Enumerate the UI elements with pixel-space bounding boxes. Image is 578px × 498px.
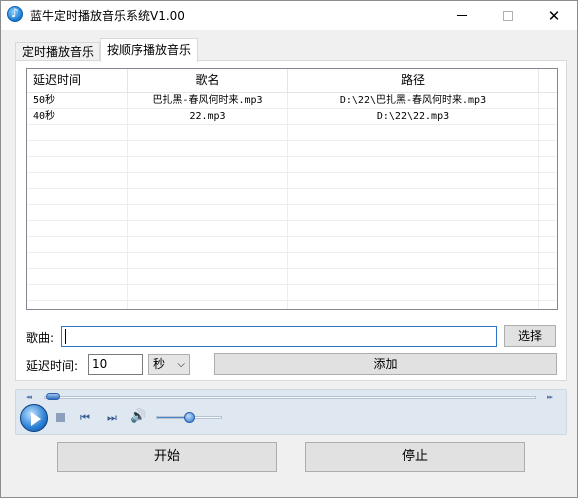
media-player: ◂◂ ▸▸ ⏮ ⏭ 🔊	[15, 389, 567, 435]
maximize-icon	[503, 10, 513, 21]
empty-row	[27, 237, 557, 253]
empty-row	[27, 189, 557, 205]
start-button[interactable]: 开始	[57, 442, 277, 472]
add-button[interactable]: 添加	[214, 353, 557, 375]
empty-row	[27, 253, 557, 269]
app-window: 蓝牛定时播放音乐系统V1.00 ✕ 定时播放音乐 按顺序播放音乐 延迟时间 歌名…	[0, 0, 578, 498]
cell-delay: 40秒	[27, 109, 128, 124]
volume-thumb[interactable]	[184, 412, 195, 423]
cell-delay: 50秒	[27, 93, 128, 108]
cell-song: 22.mp3	[128, 109, 288, 124]
song-label: 歌曲:	[26, 331, 55, 345]
seek-back-icon[interactable]: ◂◂	[26, 393, 32, 401]
text-caret	[65, 329, 66, 344]
delay-unit-select[interactable]: 秒 ⌵	[148, 354, 190, 375]
minimize-icon	[457, 15, 467, 16]
volume-icon[interactable]: 🔊	[130, 410, 146, 423]
next-track-icon[interactable]: ⏭	[107, 412, 117, 424]
delay-input[interactable]: 10	[88, 354, 143, 375]
stop-button[interactable]: 停止	[305, 442, 525, 472]
seek-bar[interactable]	[44, 396, 536, 399]
empty-row	[27, 285, 557, 301]
stop-icon[interactable]	[56, 413, 65, 422]
delay-label: 延迟时间:	[26, 359, 79, 373]
empty-row	[27, 157, 557, 173]
seek-thumb[interactable]	[46, 393, 60, 400]
playlist-table[interactable]: 延迟时间 歌名 路径 50秒 巴扎黑-春风何时来.mp3 D:\22\巴扎黑-春…	[26, 68, 558, 310]
empty-row	[27, 173, 557, 189]
title-bar: 蓝牛定时播放音乐系统V1.00 ✕	[1, 1, 577, 30]
minimize-button[interactable]	[439, 1, 485, 30]
table-header: 延迟时间 歌名 路径	[27, 69, 557, 93]
close-button[interactable]: ✕	[531, 1, 577, 30]
maximize-button[interactable]	[485, 1, 531, 30]
delay-unit-value: 秒	[153, 357, 166, 371]
table-row[interactable]: 50秒 巴扎黑-春风何时来.mp3 D:\22\巴扎黑-春风何时来.mp3	[27, 93, 557, 109]
table-row[interactable]: 40秒 22.mp3 D:\22\22.mp3	[27, 109, 557, 125]
cell-filler	[539, 109, 557, 124]
tab-timed-play[interactable]: 定时播放音乐	[15, 42, 100, 62]
seek-forward-icon[interactable]: ▸▸	[547, 393, 553, 401]
cell-filler	[539, 93, 557, 108]
chevron-down-icon: ⌵	[177, 359, 185, 370]
window-title: 蓝牛定时播放音乐系统V1.00	[30, 9, 185, 23]
close-icon: ✕	[547, 6, 561, 25]
column-header-filler	[539, 69, 557, 93]
browse-button[interactable]: 选择	[504, 325, 556, 347]
empty-row	[27, 141, 557, 157]
tab-sequential-play[interactable]: 按顺序播放音乐	[100, 38, 198, 62]
empty-row	[27, 125, 557, 141]
table-body: 50秒 巴扎黑-春风何时来.mp3 D:\22\巴扎黑-春风何时来.mp3 40…	[27, 93, 557, 309]
cell-song: 巴扎黑-春风何时来.mp3	[128, 93, 288, 108]
empty-row	[27, 301, 557, 309]
column-header-song[interactable]: 歌名	[128, 69, 288, 93]
tab-panel-sequential: 延迟时间 歌名 路径 50秒 巴扎黑-春风何时来.mp3 D:\22\巴扎黑-春…	[15, 60, 567, 381]
empty-row	[27, 221, 557, 237]
empty-row	[27, 205, 557, 221]
column-header-path[interactable]: 路径	[288, 69, 539, 93]
music-note-icon	[7, 6, 23, 22]
cell-path: D:\22\22.mp3	[288, 109, 539, 124]
empty-row	[27, 269, 557, 285]
song-input[interactable]	[61, 326, 497, 347]
previous-track-icon[interactable]: ⏮	[80, 412, 90, 424]
cell-path: D:\22\巴扎黑-春风何时来.mp3	[288, 93, 539, 108]
column-header-delay[interactable]: 延迟时间	[27, 69, 128, 93]
play-button[interactable]	[20, 404, 48, 432]
